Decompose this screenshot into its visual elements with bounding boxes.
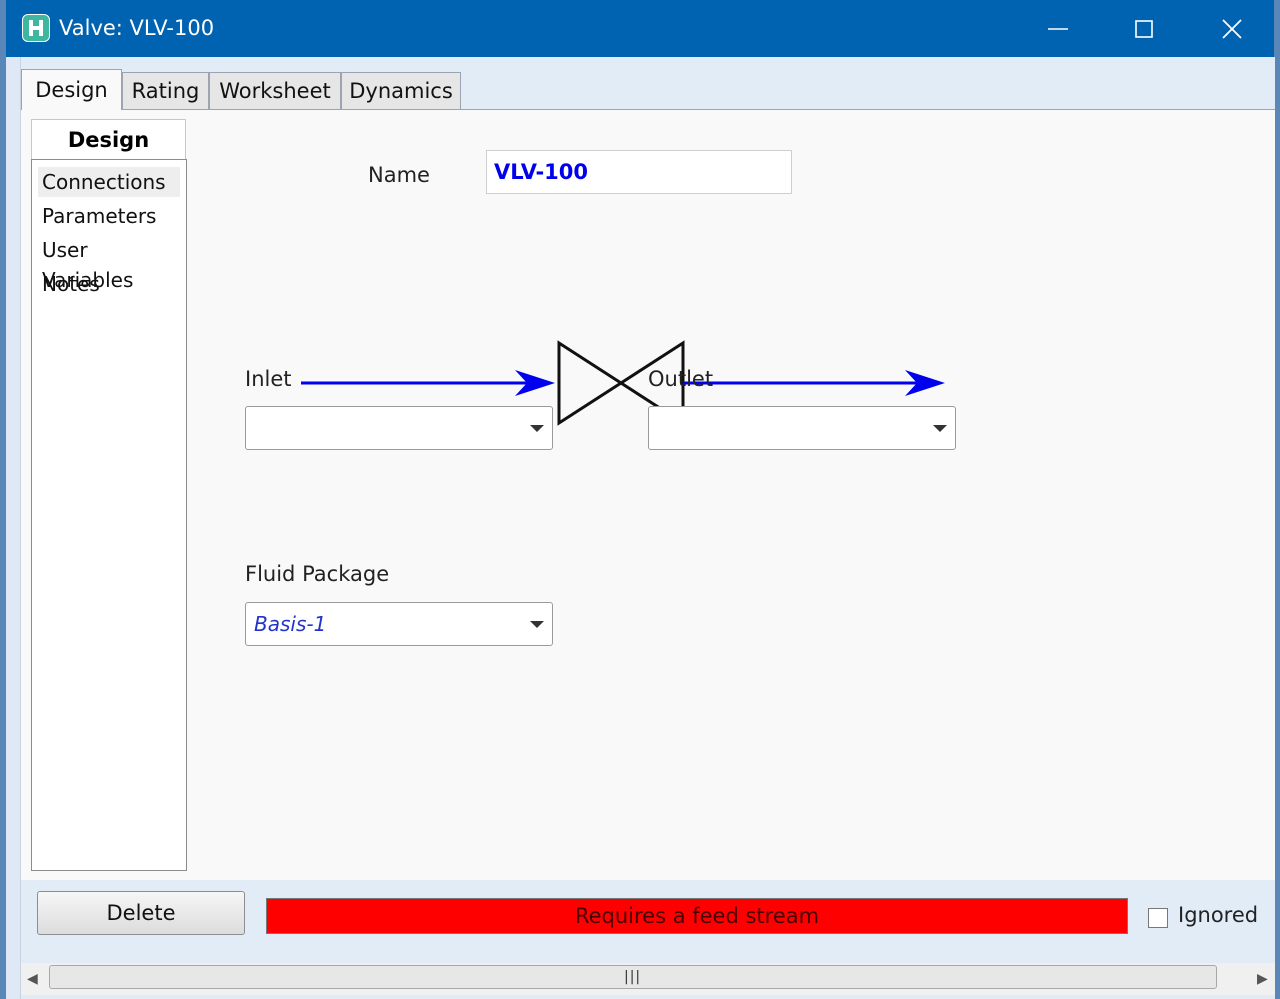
fluid-package-dropdown[interactable]: Basis-1 — [245, 602, 553, 646]
inlet-dropdown[interactable] — [245, 406, 553, 450]
sidebar-item-parameters[interactable]: Parameters — [38, 201, 160, 231]
scroll-thumb[interactable]: ||| — [49, 965, 1217, 989]
fluid-package-value: Basis-1 — [254, 612, 327, 636]
inlet-label: Inlet — [245, 367, 292, 391]
scroll-left-icon[interactable]: ◀ — [27, 971, 38, 987]
minimize-icon — [1048, 28, 1068, 30]
design-panel: Design Connections Parameters User Varia… — [21, 109, 1275, 880]
status-bar: Requires a feed stream — [266, 898, 1128, 934]
window-title: Valve: VLV-100 — [59, 16, 215, 40]
tab-rating[interactable]: Rating — [122, 72, 209, 109]
tab-dynamics[interactable]: Dynamics — [341, 72, 461, 109]
maximize-button[interactable] — [1114, 0, 1174, 57]
minimize-button[interactable] — [1028, 0, 1088, 57]
outlet-dropdown[interactable] — [648, 406, 956, 450]
close-button[interactable] — [1202, 0, 1262, 57]
app-logo-icon — [22, 14, 50, 42]
name-field[interactable]: VLV-100 — [486, 150, 792, 194]
delete-button[interactable]: Delete — [37, 891, 245, 935]
name-label: Name — [368, 163, 430, 187]
sidebar-item-notes[interactable]: Notes — [38, 269, 104, 299]
sidebar-header: Design — [31, 119, 186, 159]
chevron-down-icon — [933, 425, 947, 432]
chevron-down-icon — [530, 621, 544, 628]
title-bar[interactable]: Valve: VLV-100 — [6, 0, 1274, 57]
sidebar-list: Connections Parameters User Variables No… — [31, 159, 187, 871]
tab-worksheet[interactable]: Worksheet — [209, 72, 341, 109]
valve-window: Valve: VLV-100 Design Rating Worksheet D… — [6, 0, 1275, 999]
maximize-icon — [1135, 20, 1153, 38]
ignored-checkbox[interactable] — [1148, 908, 1168, 928]
outlet-label: Outlet — [648, 367, 714, 391]
horizontal-scrollbar[interactable]: ◀ ||| ▶ — [21, 963, 1275, 995]
grip-icon: ||| — [624, 969, 642, 985]
scroll-right-icon[interactable]: ▶ — [1257, 971, 1268, 987]
sidebar-item-connections[interactable]: Connections — [38, 167, 180, 197]
window-content: Design Rating Worksheet Dynamics Design … — [20, 57, 1275, 999]
close-icon — [1222, 19, 1242, 39]
chevron-down-icon — [530, 425, 544, 432]
ignored-label: Ignored — [1178, 903, 1259, 927]
sidebar-item-user-variables[interactable]: User Variables — [38, 235, 186, 292]
tab-design[interactable]: Design — [21, 69, 122, 110]
fluid-package-label: Fluid Package — [245, 562, 390, 586]
